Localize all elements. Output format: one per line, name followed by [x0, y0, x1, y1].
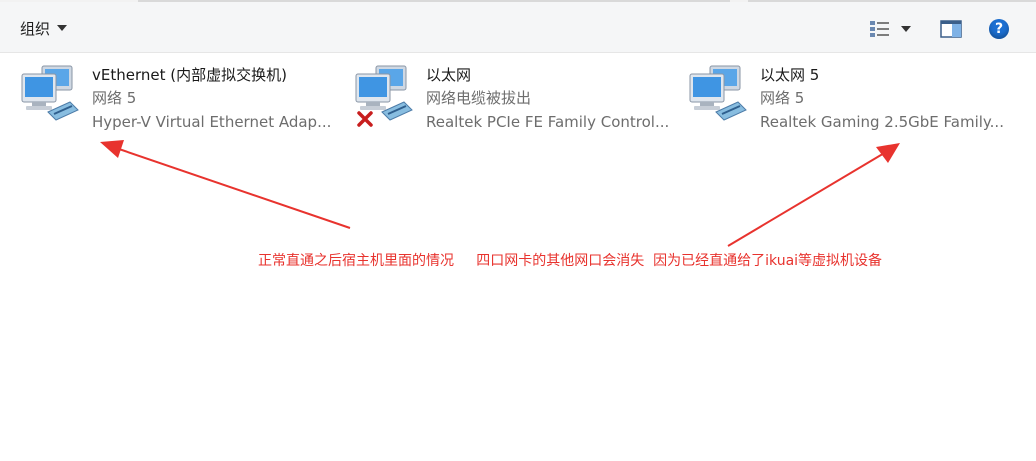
chevron-down-icon [57, 25, 68, 31]
adapter-device: Realtek PCIe FE Family Control... [426, 113, 670, 131]
help-button[interactable]: ? [984, 16, 1014, 42]
help-icon: ? [989, 19, 1009, 39]
help-label: ? [994, 21, 1004, 37]
adapter-item-ethernet-5[interactable]: 以太网 5 网络 5 Realtek Gaming 2.5GbE Family.… [686, 60, 1016, 138]
adapter-item-vethernet[interactable]: vEthernet (内部虚拟交换机) 网络 5 Hyper-V Virtual… [18, 60, 348, 138]
disconnected-x-icon [357, 111, 373, 127]
network-adapter-icon [21, 65, 79, 121]
view-options-icon [870, 21, 889, 37]
chevron-down-icon [901, 26, 911, 32]
annotation-arrow-left [100, 140, 351, 229]
adapter-device: Realtek Gaming 2.5GbE Family... [760, 113, 1004, 131]
organize-label: 组织 [20, 19, 51, 38]
adapter-item-ethernet[interactable]: 以太网 网络电缆被拔出 Realtek PCIe FE Family Contr… [352, 60, 682, 138]
adapter-name: 以太网 5 [760, 66, 820, 84]
organize-button[interactable]: 组织 [14, 16, 73, 40]
adapter-text: 以太网 5 网络 5 Realtek Gaming 2.5GbE Family.… [760, 64, 1010, 134]
adapter-status: 网络 5 [92, 89, 137, 107]
adapter-text: vEthernet (内部虚拟交换机) 网络 5 Hyper-V Virtual… [92, 64, 342, 134]
adapter-name: 以太网 [426, 66, 472, 84]
network-adapter-icon [689, 65, 747, 121]
adapter-device: Hyper-V Virtual Ethernet Adap... [92, 113, 332, 131]
command-bar: 组织 ? [0, 2, 1036, 53]
adapter-status: 网络 5 [760, 89, 805, 107]
preview-pane-icon [940, 20, 962, 38]
annotation-text: 正常直通之后宿主机里面的情况 四口网卡的其他网口会消失 因为已经直通给了ikua… [258, 253, 883, 269]
annotation-arrow-right [727, 143, 900, 247]
change-view-button[interactable] [864, 16, 916, 42]
adapter-text: 以太网 网络电缆被拔出 Realtek PCIe FE Family Contr… [426, 64, 676, 134]
network-connections-window: 组织 ? vEthernet (内部虚拟交换机) 网络 5 Hyper-V Vi… [0, 0, 1036, 461]
adapter-status: 网络电缆被拔出 [426, 89, 532, 107]
preview-pane-button[interactable] [936, 16, 966, 42]
adapter-name: vEthernet (内部虚拟交换机) [92, 66, 287, 84]
